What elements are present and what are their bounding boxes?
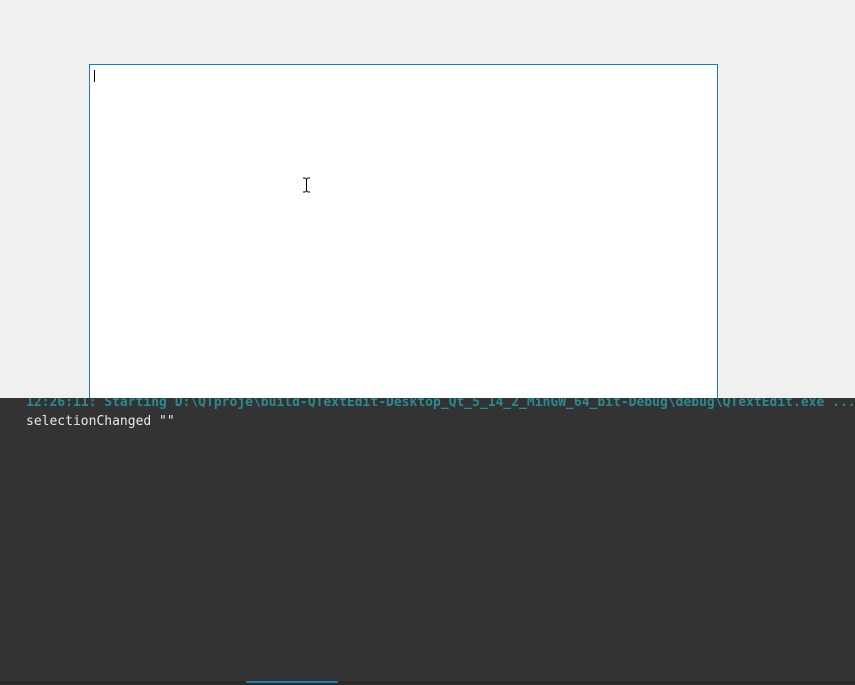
text-caret [94,70,95,82]
ibeam-cursor-icon [303,177,310,193]
application-window [0,0,855,404]
active-tab-indicator [246,681,338,683]
application-output-pane[interactable]: 12:26:11: Starting D:\QTproje\build-QTex… [0,398,855,685]
output-line-start: 12:26:11: Starting D:\QTproje\build-QTex… [26,398,855,410]
text-edit-field[interactable] [89,64,718,404]
output-line-log: selectionChanged "" [26,414,175,429]
bottom-status-strip [0,681,855,685]
